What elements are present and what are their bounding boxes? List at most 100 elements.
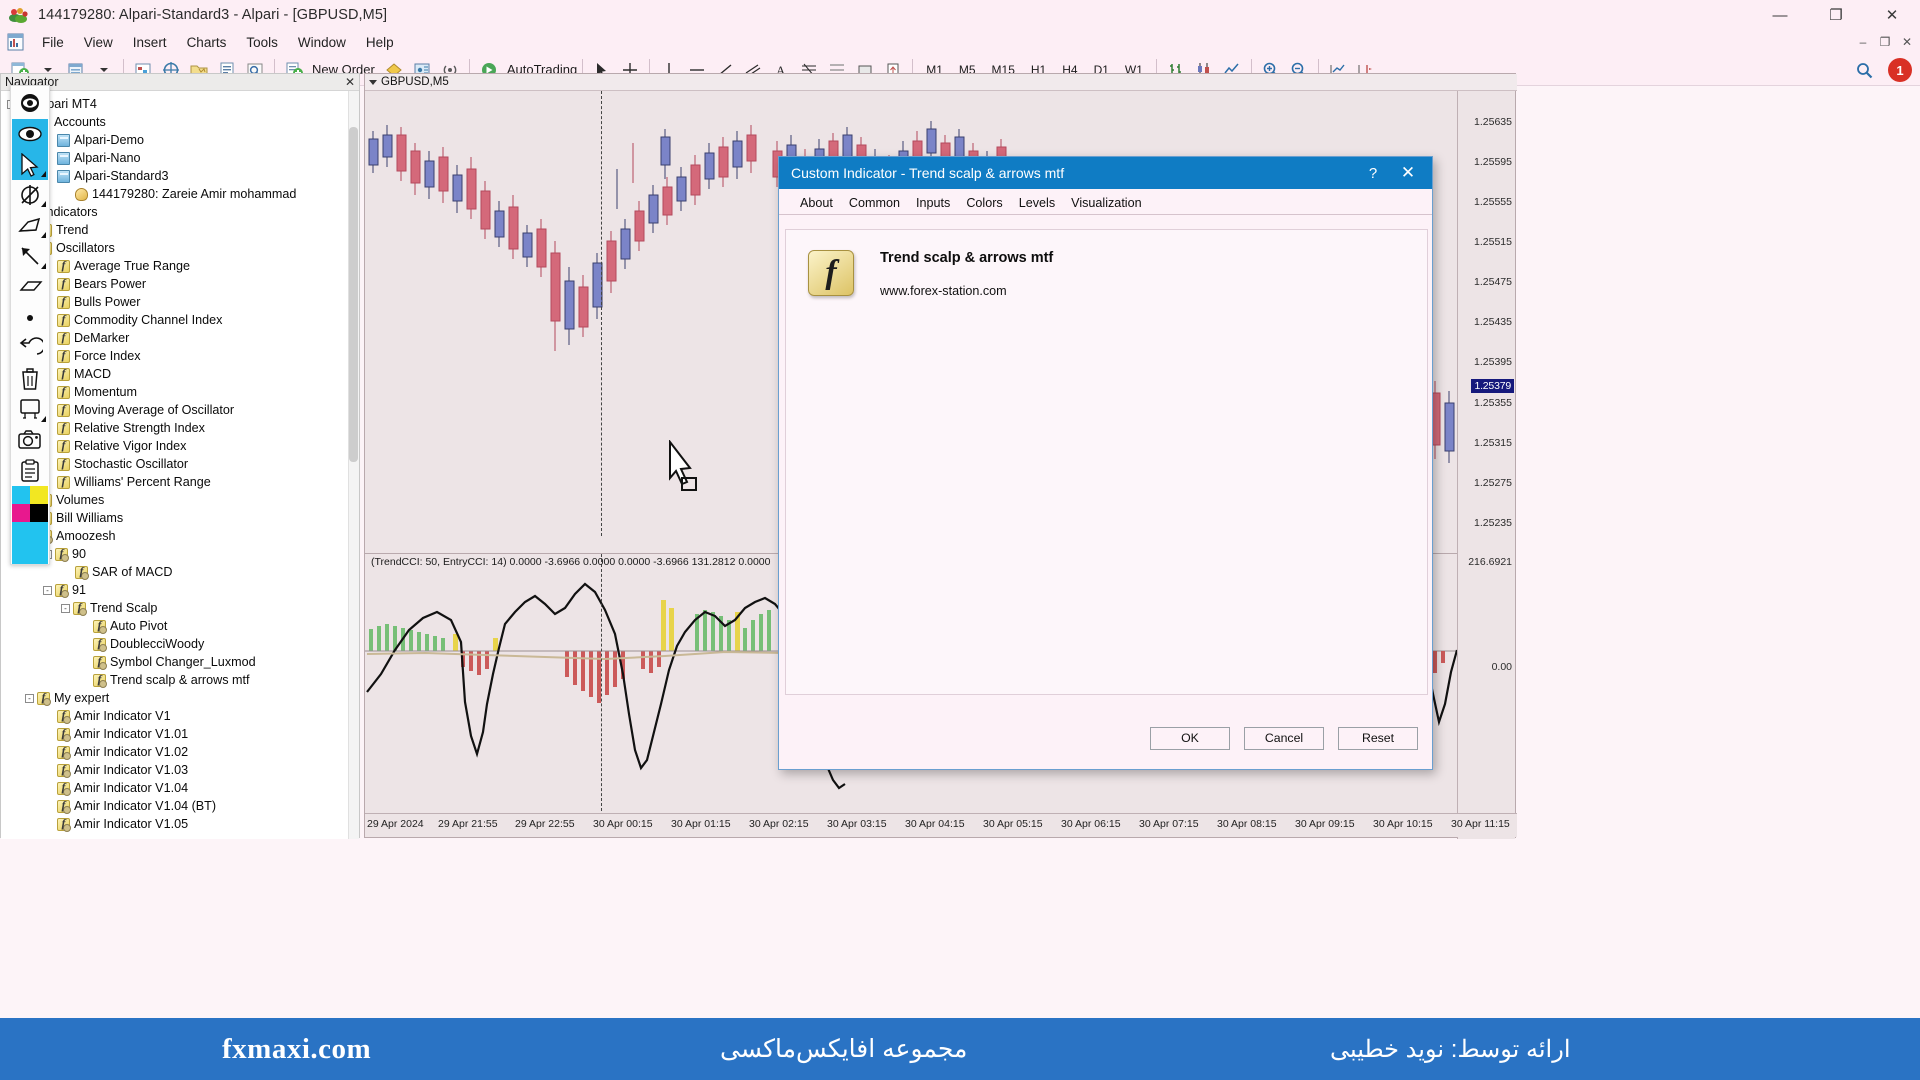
menu-file[interactable]: File bbox=[32, 33, 74, 52]
tree-expander-icon[interactable]: - bbox=[61, 603, 70, 613]
f-icon bbox=[57, 366, 70, 381]
navigator-tree-item[interactable]: Volumes bbox=[1, 491, 359, 509]
camera-icon[interactable] bbox=[12, 425, 48, 456]
screen-icon[interactable] bbox=[12, 394, 48, 425]
close-icon[interactable]: ✕ bbox=[1388, 158, 1428, 188]
menu-charts[interactable]: Charts bbox=[177, 33, 237, 52]
navigator-tree-item[interactable]: Amir Indicator V1.04 bbox=[1, 779, 359, 797]
navigator-tree-item[interactable]: Bulls Power bbox=[1, 293, 359, 311]
navigator-tree-item[interactable]: Amir Indicator V1 bbox=[1, 707, 359, 725]
navigator-scroll-thumb[interactable] bbox=[349, 127, 358, 462]
navigator-tree-item[interactable]: Indicators bbox=[1, 203, 359, 221]
navigator-tree-item[interactable]: Trend scalp & arrows mtf bbox=[1, 671, 359, 689]
help-icon[interactable]: ? bbox=[1358, 160, 1388, 186]
arrow-line-icon[interactable] bbox=[12, 241, 48, 272]
dot-icon[interactable] bbox=[12, 302, 48, 333]
navigator-tree-item[interactable]: Symbol Changer_Luxmod bbox=[1, 653, 359, 671]
navigator-tree-item[interactable]: MACD bbox=[1, 365, 359, 383]
navigator-tree-item[interactable]: SAR of MACD bbox=[1, 563, 359, 581]
color-swatch-palette[interactable] bbox=[12, 485, 48, 564]
navigator-tree-item[interactable]: Alpari-Nano bbox=[1, 149, 359, 167]
navigator-tree-item[interactable]: Bears Power bbox=[1, 275, 359, 293]
tab-colors[interactable]: Colors bbox=[959, 193, 1009, 214]
mdi-close-button[interactable]: ✕ bbox=[1896, 31, 1918, 53]
arrow-pointer-icon[interactable] bbox=[12, 149, 48, 180]
rectangle-icon[interactable] bbox=[12, 272, 48, 303]
navigator-tree-item[interactable]: Alpari-Standard3 bbox=[1, 167, 359, 185]
navigator-tree-item[interactable]: Commodity Channel Index bbox=[1, 311, 359, 329]
navigator-scrollbar[interactable] bbox=[348, 91, 359, 839]
navigator-tree-item[interactable]: Amir Indicator V1.02 bbox=[1, 743, 359, 761]
navigator-tree-item[interactable]: Trend bbox=[1, 221, 359, 239]
eye-tool-selected-icon[interactable] bbox=[12, 118, 48, 150]
close-button[interactable]: ✕ bbox=[1864, 0, 1920, 30]
tab-levels[interactable]: Levels bbox=[1012, 193, 1062, 214]
tab-inputs[interactable]: Inputs bbox=[909, 193, 957, 214]
trendline-icon[interactable] bbox=[12, 210, 48, 241]
mdi-minimize-button[interactable]: – bbox=[1852, 31, 1874, 53]
swatch-yellow[interactable] bbox=[30, 485, 48, 504]
navigator-tree-item[interactable]: Williams' Percent Range bbox=[1, 473, 359, 491]
tab-about[interactable]: About bbox=[793, 193, 840, 214]
cursor-eye-icon[interactable] bbox=[12, 88, 48, 119]
undo-icon[interactable] bbox=[12, 333, 48, 364]
search-icon[interactable] bbox=[1851, 57, 1877, 83]
navigator-tree-item[interactable]: Relative Strength Index bbox=[1, 419, 359, 437]
navigator-tree-item[interactable]: Auto Pivot bbox=[1, 617, 359, 635]
ok-button[interactable]: OK bbox=[1150, 726, 1230, 750]
time-axis[interactable]: 29 Apr 2024 29 Apr 21:55 29 Apr 22:55 30… bbox=[365, 813, 1517, 837]
swatch-black[interactable] bbox=[30, 503, 48, 522]
tab-visualization[interactable]: Visualization bbox=[1064, 193, 1148, 214]
navigator-tree-item[interactable]: Alpari-Demo bbox=[1, 131, 359, 149]
menu-view[interactable]: View bbox=[74, 33, 123, 52]
navigator-tree-item[interactable]: Oscillators bbox=[1, 239, 359, 257]
price-axis[interactable]: 1.25635 1.25595 1.25555 1.25515 1.25475 … bbox=[1457, 91, 1515, 839]
delete-icon[interactable] bbox=[12, 363, 48, 394]
navigator-tree-item[interactable]: 144179280: Zareie Amir mohammad bbox=[1, 185, 359, 203]
dialog-title-bar[interactable]: Custom Indicator - Trend scalp & arrows … bbox=[779, 157, 1432, 189]
cancel-button[interactable]: Cancel bbox=[1244, 726, 1324, 750]
navigator-tree-item[interactable]: Momentum bbox=[1, 383, 359, 401]
navigator-tree-item[interactable]: - 91 bbox=[1, 581, 359, 599]
navigator-tree-item[interactable]: DoublecciWoody bbox=[1, 635, 359, 653]
tree-expander-icon[interactable]: - bbox=[25, 693, 34, 703]
navigator-tree-item[interactable]: - My expert bbox=[1, 689, 359, 707]
navigator-tree-item[interactable]: Force Index bbox=[1, 347, 359, 365]
mdi-restore-button[interactable]: ❐ bbox=[1874, 31, 1896, 53]
navigator-tree-item[interactable]: -Accounts bbox=[1, 113, 359, 131]
tree-expander-icon[interactable]: - bbox=[43, 585, 52, 595]
navigator-tree-item[interactable]: Amir Indicator V1.03 bbox=[1, 761, 359, 779]
navigator-tree-item[interactable]: Relative Vigor Index bbox=[1, 437, 359, 455]
navigator-tree-item[interactable]: -90 bbox=[1, 545, 359, 563]
navigator-tree-item[interactable]: - Trend Scalp bbox=[1, 599, 359, 617]
navigator-tree-item[interactable]: DeMarker bbox=[1, 329, 359, 347]
swatch-cyan[interactable] bbox=[12, 485, 30, 504]
swatch-active-color[interactable] bbox=[12, 521, 48, 564]
navigator-tree-item[interactable]: Stochastic Oscillator bbox=[1, 455, 359, 473]
navigator-close-icon[interactable]: ✕ bbox=[345, 75, 355, 89]
swatch-magenta[interactable] bbox=[12, 503, 30, 522]
tab-common[interactable]: Common bbox=[842, 193, 907, 214]
navigator-tree-item[interactable]: -Alpari MT4 bbox=[1, 95, 359, 113]
menu-help[interactable]: Help bbox=[356, 33, 404, 52]
chart-menu-caret-icon[interactable] bbox=[369, 79, 377, 85]
indicator-website[interactable]: www.forex-station.com bbox=[880, 284, 1053, 298]
navigator-tree-item[interactable]: Amir Indicator V1.01 bbox=[1, 725, 359, 743]
navigator-tree-item[interactable]: Amir Indicator V1.05 bbox=[1, 815, 359, 833]
navigator-tree-item[interactable]: Average True Range bbox=[1, 257, 359, 275]
menu-window[interactable]: Window bbox=[288, 33, 356, 52]
crosshair-icon[interactable] bbox=[12, 180, 48, 211]
notification-badge[interactable]: 1 bbox=[1888, 58, 1912, 82]
f-custom-icon bbox=[55, 582, 69, 598]
navigator-tree-item[interactable]: Moving Average of Oscillator bbox=[1, 401, 359, 419]
reset-button[interactable]: Reset bbox=[1338, 726, 1418, 750]
maximize-button[interactable]: ❐ bbox=[1808, 0, 1864, 30]
navigator-tree-item[interactable]: Amoozesh bbox=[1, 527, 359, 545]
navigator-tree-item[interactable]: Bill Williams bbox=[1, 509, 359, 527]
minimize-button[interactable]: — bbox=[1752, 0, 1808, 30]
chart-tab[interactable]: GBPUSD,M5 bbox=[365, 74, 1517, 91]
clipboard-icon[interactable] bbox=[12, 455, 48, 486]
menu-insert[interactable]: Insert bbox=[123, 33, 177, 52]
navigator-tree-item[interactable]: Amir Indicator V1.04 (BT) bbox=[1, 797, 359, 815]
menu-tools[interactable]: Tools bbox=[236, 33, 288, 52]
